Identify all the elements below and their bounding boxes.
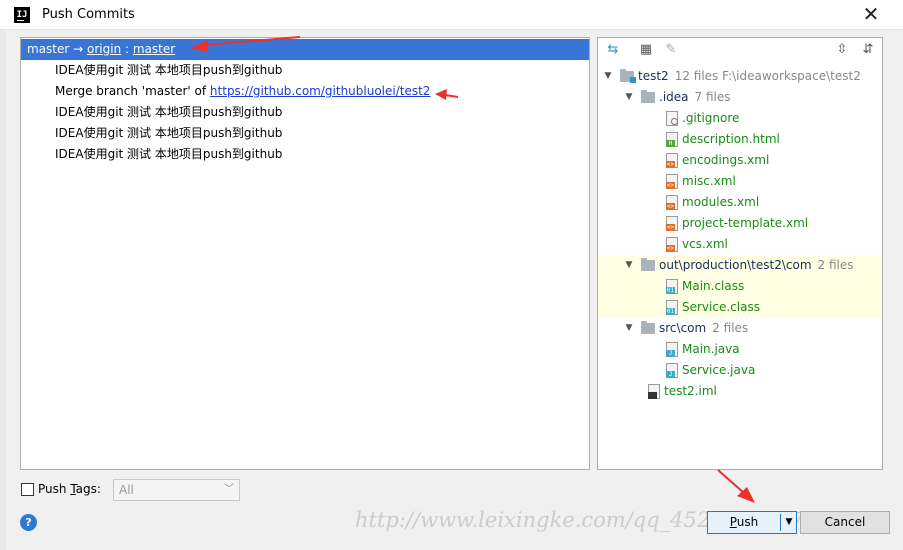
- commit-row[interactable]: Merge branch 'master' of https://github.…: [21, 81, 589, 102]
- tree-node-label: out\production\test2\com 2 files: [659, 258, 854, 272]
- xml-file-icon: <>: [666, 174, 678, 189]
- folder-icon: [641, 258, 655, 271]
- tree-node-label: vcs.xml: [682, 237, 728, 251]
- close-button[interactable]: ✕: [856, 3, 886, 27]
- annotation-arrow: [717, 469, 745, 494]
- push-tags-checkbox[interactable]: [21, 483, 34, 496]
- commit-row[interactable]: IDEA使用git 测试 本地项目push到github: [21, 102, 589, 123]
- tree-file-row[interactable]: Hdescription.html: [598, 129, 882, 150]
- collapse-changes-icon[interactable]: ⇆: [605, 42, 621, 58]
- push-tags-label: Push Tags:: [38, 482, 101, 496]
- push-button-label: Push: [729, 515, 759, 529]
- push-button[interactable]: Push ▼: [707, 511, 797, 534]
- annotation-arrow-head: [737, 487, 755, 503]
- tree-node-label: modules.xml: [682, 195, 760, 209]
- expand-arrow-icon[interactable]: ▼: [602, 66, 614, 87]
- class-file-icon: 01: [666, 300, 678, 315]
- xml-file-icon: <>: [666, 153, 678, 168]
- tree-node-label: Service.java: [682, 363, 756, 377]
- tree-file-row[interactable]: <> vcs.xml: [598, 234, 882, 255]
- tree-file-row[interactable]: J Service.java: [598, 360, 882, 381]
- tree-node-label: .idea 7 files: [659, 90, 731, 104]
- tree-node-label: Service.class: [682, 300, 760, 314]
- class-file-icon: 01: [666, 279, 678, 294]
- commit-message: IDEA使用git 测试 本地项目push到github: [55, 63, 283, 77]
- background-window-strip: [0, 30, 6, 550]
- java-file-icon: J: [666, 342, 678, 357]
- tree-file-row[interactable]: <> misc.xml: [598, 171, 882, 192]
- commit-message: IDEA使用git 测试 本地项目push到github: [55, 105, 283, 119]
- tree-node-label: .gitignore: [682, 111, 740, 125]
- commit-message: Merge branch 'master' of https://github.…: [55, 84, 431, 98]
- commit-row[interactable]: IDEA使用git 测试 本地项目push到github: [21, 144, 589, 165]
- push-split-divider: [780, 514, 781, 531]
- html-file-icon: H: [666, 132, 678, 147]
- tree-folder-row[interactable]: ▼ out\production\test2\com 2 files: [598, 255, 882, 276]
- remote-link[interactable]: origin: [87, 42, 121, 56]
- group-by-icon[interactable]: ▦: [638, 42, 654, 58]
- collapse-all-icon[interactable]: ⇵: [860, 42, 876, 58]
- commit-message: IDEA使用git 测试 本地项目push到github: [55, 147, 283, 161]
- intellij-app-icon: IJ: [14, 7, 30, 23]
- tree-node-label: src\com 2 files: [659, 321, 749, 335]
- tree-file-row[interactable]: 01 Service.class: [598, 297, 882, 318]
- tree-file-row[interactable]: <> modules.xml: [598, 192, 882, 213]
- folder-icon: [641, 321, 655, 334]
- xml-file-icon: <>: [666, 216, 678, 231]
- tree-node-label: encodings.xml: [682, 153, 770, 167]
- dialog-title: Push Commits: [42, 7, 135, 22]
- tree-file-row[interactable]: .gitignore: [598, 108, 882, 129]
- tree-node-label: misc.xml: [682, 174, 736, 188]
- tree-node-label: project-template.xml: [682, 216, 809, 230]
- ignore-file-icon: [666, 111, 678, 126]
- tags-select: All ﹀: [113, 479, 240, 501]
- commit-row[interactable]: IDEA使用git 测试 本地项目push到github: [21, 60, 589, 81]
- tree-file-row[interactable]: test2.iml: [598, 381, 882, 402]
- tree-folder-row[interactable]: ▼ .idea 7 files: [598, 87, 882, 108]
- tree-node-label: Main.class: [682, 279, 745, 293]
- changed-files-panel: ⇆ ▦ ✎ ⇳ ⇵ ▼ test2 12 files F:\ideaworkspac…: [597, 37, 883, 470]
- tree-node-label: Main.java: [682, 342, 740, 356]
- tree-file-row[interactable]: <> project-template.xml: [598, 213, 882, 234]
- iml-file-icon: [648, 384, 660, 399]
- tree-node-label: description.html: [682, 132, 780, 146]
- tree-file-row[interactable]: <> encodings.xml: [598, 150, 882, 171]
- tree-file-row[interactable]: J Main.java: [598, 339, 882, 360]
- tags-select-value: All: [119, 483, 134, 497]
- expand-all-icon[interactable]: ⇳: [834, 42, 850, 58]
- title-bar: IJ Push Commits ✕: [0, 0, 903, 30]
- folder-icon: [641, 90, 655, 103]
- tree-node-label: test2.iml: [664, 384, 717, 398]
- commit-row[interactable]: IDEA使用git 测试 本地项目push到github: [21, 123, 589, 144]
- expand-arrow-icon[interactable]: ▼: [623, 255, 635, 276]
- branch-row[interactable]: master → origin : master: [21, 39, 589, 60]
- xml-file-icon: <>: [666, 237, 678, 252]
- cancel-button[interactable]: Cancel: [800, 511, 890, 534]
- xml-file-icon: <>: [666, 195, 678, 210]
- remote-branch-link[interactable]: master: [133, 42, 175, 56]
- java-file-icon: J: [666, 363, 678, 378]
- expand-arrow-icon[interactable]: ▼: [623, 87, 635, 108]
- github-repo-link[interactable]: https://github.com/githubluolei/test2: [210, 84, 431, 98]
- push-dropdown-icon[interactable]: ▼: [783, 512, 795, 533]
- tree-file-row[interactable]: 01 Main.class: [598, 276, 882, 297]
- tree-folder-row[interactable]: ▼ src\com 2 files: [598, 318, 882, 339]
- tree-node-label: test2 12 files F:\ideaworkspace\test2: [638, 69, 861, 83]
- tree-folder-row[interactable]: ▼ test2 12 files F:\ideaworkspace\test2: [598, 66, 882, 87]
- module-folder-icon: [620, 69, 636, 83]
- help-icon[interactable]: ?: [20, 514, 37, 531]
- edit-icon: ✎: [665, 42, 677, 57]
- commit-message: IDEA使用git 测试 本地项目push到github: [55, 126, 283, 140]
- commits-panel: master → origin : master IDEA使用git 测试 本地…: [20, 37, 590, 470]
- expand-arrow-icon[interactable]: ▼: [623, 318, 635, 339]
- branch-label: master → origin : master: [27, 42, 176, 56]
- chevron-down-icon: ﹀: [224, 484, 234, 495]
